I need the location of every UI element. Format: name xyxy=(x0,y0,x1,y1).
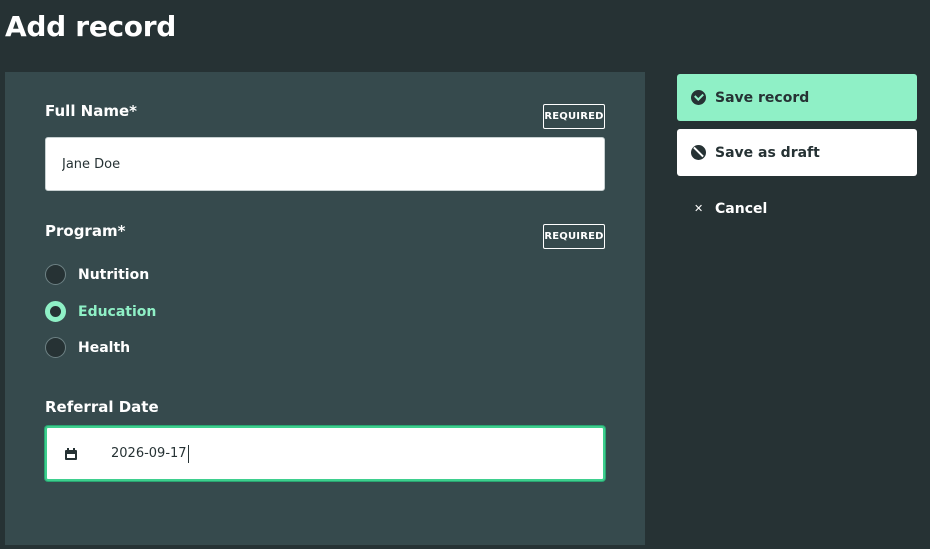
referral-date-value[interactable]: 2026-09-17 xyxy=(111,444,189,463)
program-option-education[interactable]: Education xyxy=(45,301,156,322)
program-option-nutrition[interactable]: Nutrition xyxy=(45,264,149,285)
close-icon: ✕ xyxy=(694,202,704,215)
referral-date-label: Referral Date xyxy=(45,398,159,416)
cancel-label: Cancel xyxy=(715,200,768,217)
radio-label: Nutrition xyxy=(78,266,150,283)
block-icon xyxy=(691,145,706,160)
referral-date-input[interactable]: 2026-09-17 xyxy=(45,426,605,481)
save-record-button[interactable]: Save record xyxy=(677,74,917,121)
radio-button-selected[interactable] xyxy=(45,301,66,322)
record-form: Full Name* REQUIRED Program* REQUIRED Nu… xyxy=(5,72,645,545)
full-name-required-badge: REQUIRED xyxy=(543,104,605,129)
save-as-draft-label: Save as draft xyxy=(715,144,820,161)
radio-label: Education xyxy=(78,303,157,320)
radio-label: Health xyxy=(78,339,131,356)
full-name-input[interactable] xyxy=(45,137,605,191)
add-record-page: Add record Full Name* REQUIRED Program* … xyxy=(0,0,930,549)
page-title: Add record xyxy=(5,10,176,43)
calendar-icon[interactable] xyxy=(65,447,77,460)
program-label: Program* xyxy=(45,222,126,240)
save-as-draft-button[interactable]: Save as draft xyxy=(677,129,917,176)
radio-button[interactable] xyxy=(45,337,66,358)
program-option-health[interactable]: Health xyxy=(45,337,130,358)
cancel-button[interactable]: ✕ Cancel xyxy=(677,185,917,232)
radio-button[interactable] xyxy=(45,264,66,285)
program-required-badge: REQUIRED xyxy=(543,224,605,249)
check-circle-icon xyxy=(691,90,706,105)
full-name-label: Full Name* xyxy=(45,102,138,120)
save-record-label: Save record xyxy=(715,89,810,106)
